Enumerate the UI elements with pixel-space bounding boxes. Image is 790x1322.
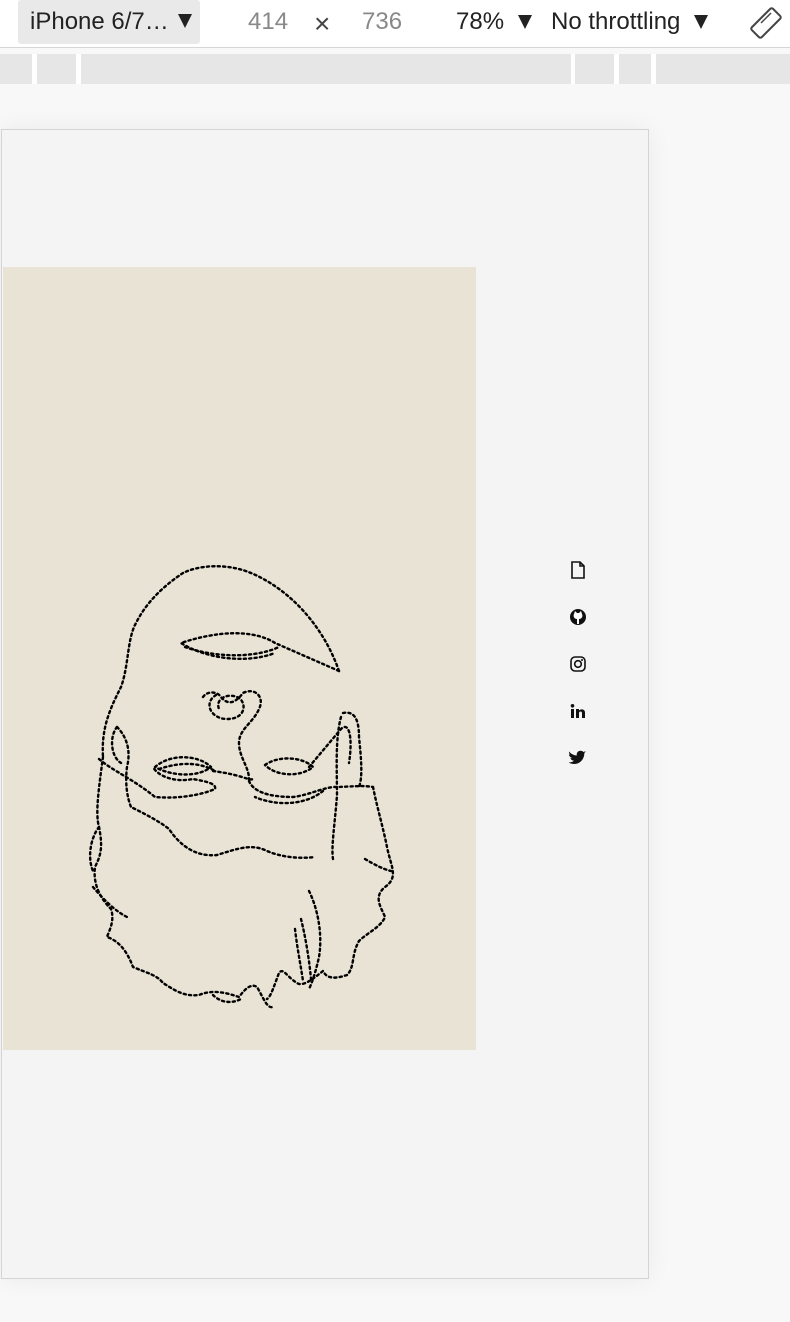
linkedin-icon[interactable] (564, 697, 592, 725)
github-icon[interactable] (564, 603, 592, 631)
device-select-label: iPhone 6/7… (30, 8, 169, 35)
rotate-icon[interactable] (750, 6, 782, 40)
media-query-segment[interactable] (656, 54, 790, 84)
dimension-separator: × (314, 8, 331, 39)
height-input[interactable]: 736 (362, 8, 402, 36)
devtools-device-toolbar: iPhone 6/7… 414 × 736 78% No throttling (0, 0, 790, 48)
throttling-chevron-icon[interactable] (694, 15, 708, 29)
instagram-icon[interactable] (564, 650, 592, 678)
media-query-bar (0, 54, 790, 84)
media-query-segment[interactable] (575, 54, 614, 84)
width-input[interactable]: 414 (248, 8, 288, 36)
chevron-down-icon (178, 14, 192, 28)
zoom-select[interactable]: 78% (456, 8, 504, 36)
media-query-segment[interactable] (0, 54, 32, 84)
twitter-icon[interactable] (564, 744, 592, 772)
document-icon[interactable] (564, 556, 592, 584)
media-query-segment[interactable] (619, 54, 651, 84)
device-select[interactable]: iPhone 6/7… (18, 0, 200, 44)
device-viewport (1, 129, 649, 1279)
portrait-artwork (3, 267, 476, 1050)
media-query-segment[interactable] (81, 54, 571, 84)
media-query-segment[interactable] (37, 54, 76, 84)
zoom-chevron-icon[interactable] (518, 15, 532, 29)
throttling-select[interactable]: No throttling (551, 8, 680, 36)
dotted-line-portrait (88, 565, 395, 1009)
